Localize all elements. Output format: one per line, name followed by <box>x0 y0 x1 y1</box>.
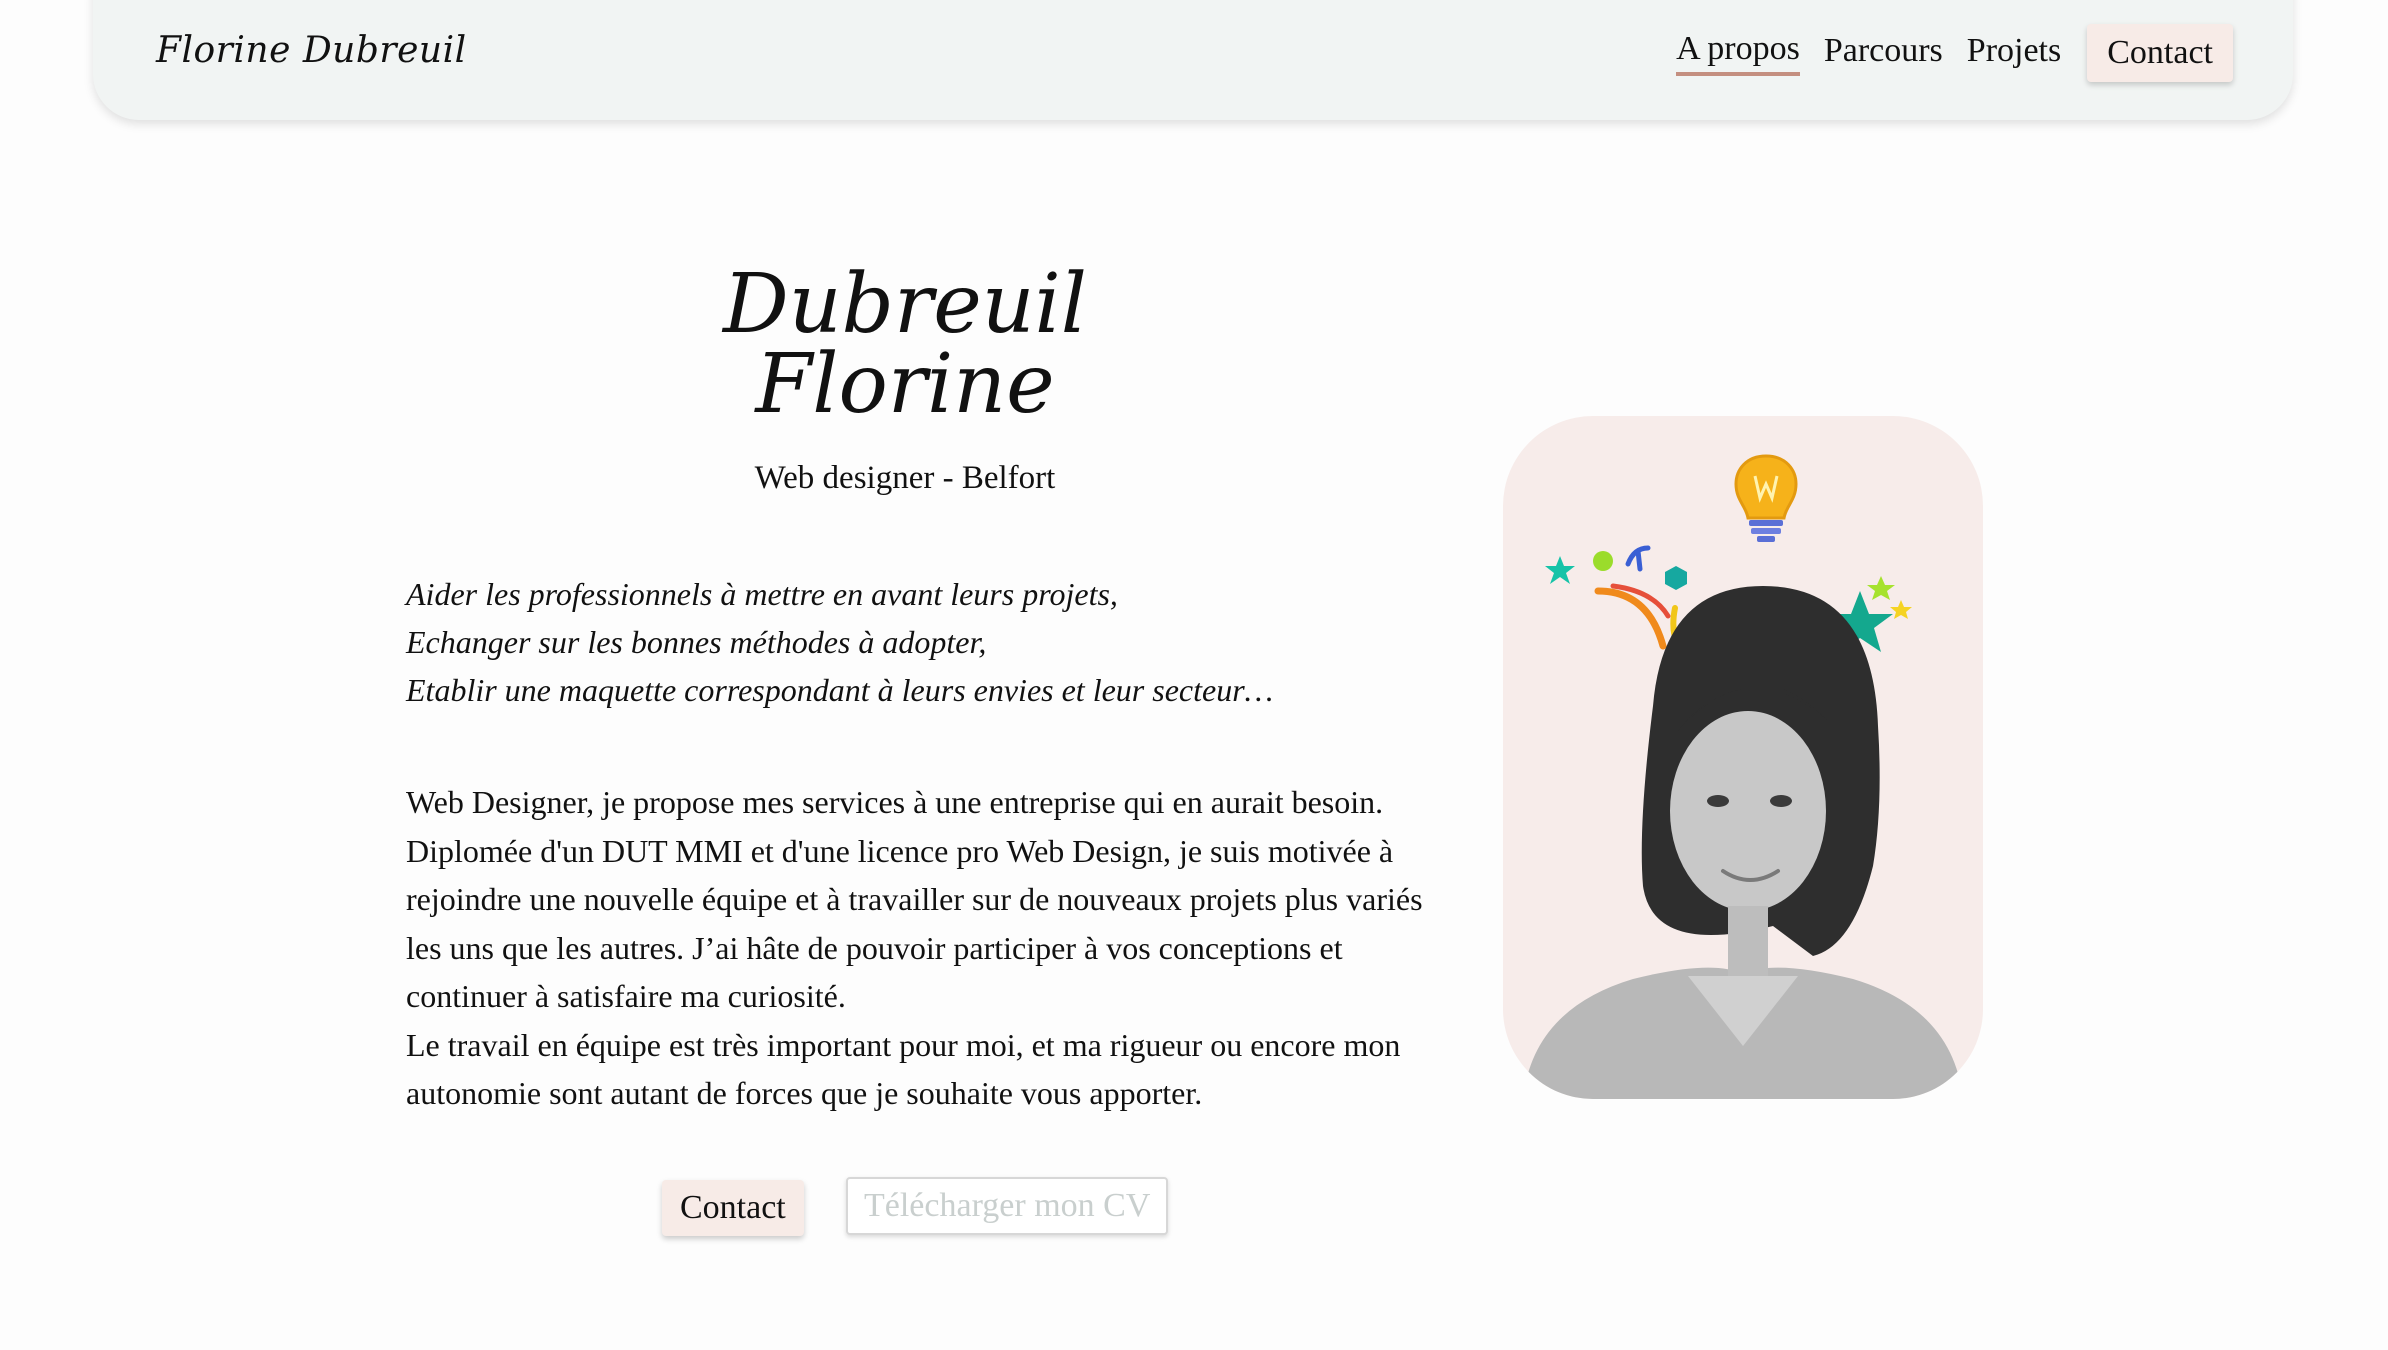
hero-name-line2: Florine <box>755 337 1055 432</box>
lightbulb-icon <box>1734 454 1798 542</box>
site-header: Florine Dubreuil A propos Parcours Proje… <box>93 0 2293 120</box>
mission-line: Echanger sur les bonnes méthodes à adopt… <box>406 624 987 660</box>
bio-paragraph: Web Designer, je propose mes services à … <box>406 784 1423 1014</box>
download-cv-button[interactable]: Télécharger mon CV <box>846 1177 1169 1235</box>
main-nav: A propos Parcours Projets Contact <box>1652 24 2233 82</box>
nav-contact-button[interactable]: Contact <box>2087 24 2233 82</box>
profile-photo-card <box>1503 416 1983 1099</box>
hero-name: Dubreuil Florine <box>600 257 1210 432</box>
nav-link-projets[interactable]: Projets <box>1967 32 2061 74</box>
contact-button[interactable]: Contact <box>662 1180 804 1236</box>
bio-text: Web Designer, je propose mes services à … <box>406 778 1426 1118</box>
nav-link-a-propos[interactable]: A propos <box>1676 30 1800 76</box>
hero-name-line1: Dubreuil <box>722 257 1088 352</box>
bio-paragraph: Le travail en équipe est très important … <box>406 1026 1401 1112</box>
nav-link-parcours[interactable]: Parcours <box>1824 32 1943 74</box>
mission-line: Etablir une maquette correspondant à leu… <box>406 672 1274 708</box>
hero-subtitle: Web designer - Belfort <box>754 460 1056 496</box>
portrait <box>1523 586 1963 1099</box>
site-logo[interactable]: Florine Dubreuil <box>156 30 467 71</box>
mission-line: Aider les professionnels à mettre en ava… <box>406 576 1118 612</box>
mission-statement: Aider les professionnels à mettre en ava… <box>406 570 1366 714</box>
profile-photo <box>1523 454 1963 1099</box>
